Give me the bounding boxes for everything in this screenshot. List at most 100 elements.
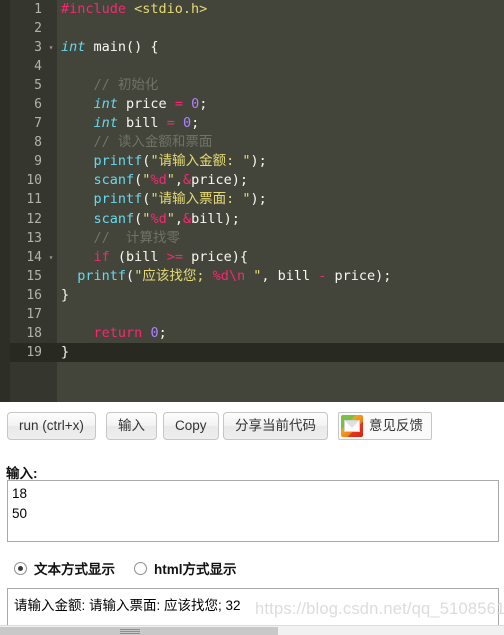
line-number: 16	[26, 287, 42, 303]
radio-text-mode-label[interactable]: 文本方式显示	[34, 558, 115, 578]
share-code-button[interactable]: 分享当前代码	[223, 412, 328, 440]
feedback-button[interactable]: 意见反馈	[338, 412, 432, 440]
code-line[interactable]: 13 // 计算找零	[0, 229, 504, 248]
code-line[interactable]: 5 // 初始化	[0, 76, 504, 95]
code-token: "应该找您;	[134, 267, 213, 284]
stdin-input[interactable]	[7, 480, 499, 542]
code-token: <stdio.h>	[134, 1, 208, 17]
code-text: // 计算找零	[61, 229, 181, 248]
horizontal-scrollbar[interactable]	[0, 625, 504, 635]
run-button[interactable]: run (ctrl+x)	[7, 412, 96, 440]
code-line[interactable]: 1 #include <stdio.h>	[0, 0, 504, 19]
code-token: &	[182, 172, 192, 189]
code-text: #include <stdio.h>	[61, 0, 207, 19]
line-number: 12	[26, 211, 42, 227]
feedback-button-label: 意见反馈	[369, 418, 423, 433]
code-token: // 读入金额和票面	[61, 134, 213, 151]
code-token: %d\n	[212, 267, 246, 284]
input-button[interactable]: 输入	[106, 412, 157, 440]
code-token: "	[245, 267, 262, 284]
code-token: ;	[199, 96, 208, 113]
code-token: , bill	[261, 267, 319, 284]
line-number: 5	[34, 78, 42, 94]
code-editor[interactable]: 1 #include <stdio.h> 2 3 ▾ int main() {4 5 // …	[0, 0, 504, 402]
code-line[interactable]: 14 ▾ if (bill >= price){	[0, 248, 504, 267]
code-token: scanf	[93, 172, 135, 189]
code-line[interactable]: 4	[0, 57, 504, 76]
code-line[interactable]: 18 return 0;	[0, 324, 504, 343]
line-number: 13	[26, 230, 42, 246]
code-line[interactable]: 10 scanf("%d",&price);	[0, 171, 504, 190]
line-number: 19	[26, 344, 42, 360]
code-line[interactable]: 6 int price = 0;	[0, 95, 504, 114]
fold-toggle-icon[interactable]: ▾	[46, 38, 56, 57]
code-token: int	[93, 115, 118, 132]
code-line[interactable]: 12 scanf("%d",&bill);	[0, 210, 504, 229]
code-line[interactable]: 17	[0, 305, 504, 324]
code-token: scanf	[93, 210, 135, 227]
code-token: // 计算找零	[61, 229, 181, 246]
code-line[interactable]: 11 printf("请输入票面: ");	[0, 190, 504, 209]
line-number: 18	[26, 325, 42, 341]
code-text: return 0;	[61, 324, 167, 343]
code-line-background	[57, 19, 504, 38]
display-mode-group: 文本方式显示 html方式显示	[14, 558, 249, 578]
code-line[interactable]: 16}	[0, 286, 504, 305]
horizontal-scrollbar-thumb[interactable]	[0, 627, 278, 635]
radio-html-mode[interactable]	[134, 561, 147, 575]
copy-button[interactable]: Copy	[163, 412, 219, 440]
line-number: 10	[26, 173, 42, 189]
code-line[interactable]: 3 ▾ int main() {	[0, 38, 504, 57]
toolbar: run (ctrl+x) 输入 Copy 分享当前代码 意见反馈	[0, 402, 504, 452]
code-line[interactable]: 7 int bill = 0;	[0, 114, 504, 133]
line-number: 3	[34, 40, 42, 56]
code-token: price);	[191, 172, 249, 189]
code-line-background	[57, 57, 504, 76]
line-number: 6	[34, 97, 42, 113]
code-token: );	[250, 191, 267, 208]
code-text: }	[61, 343, 69, 362]
line-number: 4	[34, 59, 42, 75]
code-text: printf("请输入票面: ");	[61, 190, 267, 209]
code-line[interactable]: 19}	[0, 342, 504, 362]
line-number: 14	[26, 249, 42, 265]
line-number: 11	[26, 192, 42, 208]
code-text: // 读入金额和票面	[61, 133, 213, 152]
code-token: "请输入票面: "	[150, 191, 251, 208]
line-number: 9	[34, 154, 42, 170]
code-line[interactable]: 15 printf("应该找您; %d\n ", bill - price);	[0, 267, 504, 286]
code-text: int bill = 0;	[61, 114, 200, 133]
code-line-background	[57, 286, 504, 305]
code-token: price){	[182, 248, 248, 265]
code-lines-container[interactable]: 1 #include <stdio.h> 2 3 ▾ int main() {4 5 // …	[0, 0, 504, 362]
code-line[interactable]: 8 // 读入金额和票面	[0, 133, 504, 152]
code-line[interactable]: 9 printf("请输入金额: ");	[0, 152, 504, 171]
code-token: price	[117, 96, 175, 113]
code-line-background	[57, 342, 504, 362]
code-token: (	[126, 267, 135, 284]
line-number: 15	[26, 268, 42, 284]
code-line[interactable]: 2	[0, 19, 504, 38]
code-token: ,	[174, 210, 183, 227]
input-section-label: 输入:	[6, 466, 38, 481]
code-token: "	[166, 210, 175, 227]
radio-html-mode-label[interactable]: html方式显示	[154, 558, 237, 578]
code-token: price);	[326, 267, 392, 284]
code-text: scanf("%d",&price);	[61, 171, 249, 190]
line-number: 7	[34, 116, 42, 132]
radio-text-mode[interactable]	[14, 561, 27, 575]
fold-toggle-icon[interactable]: ▾	[46, 248, 56, 267]
code-text: }	[61, 286, 69, 305]
code-token: bill);	[191, 210, 240, 227]
code-text: int main() {	[61, 38, 159, 57]
code-token: int	[61, 39, 86, 56]
code-token: =	[174, 96, 183, 113]
code-token: if	[93, 248, 110, 265]
code-text: // 初始化	[61, 76, 159, 95]
